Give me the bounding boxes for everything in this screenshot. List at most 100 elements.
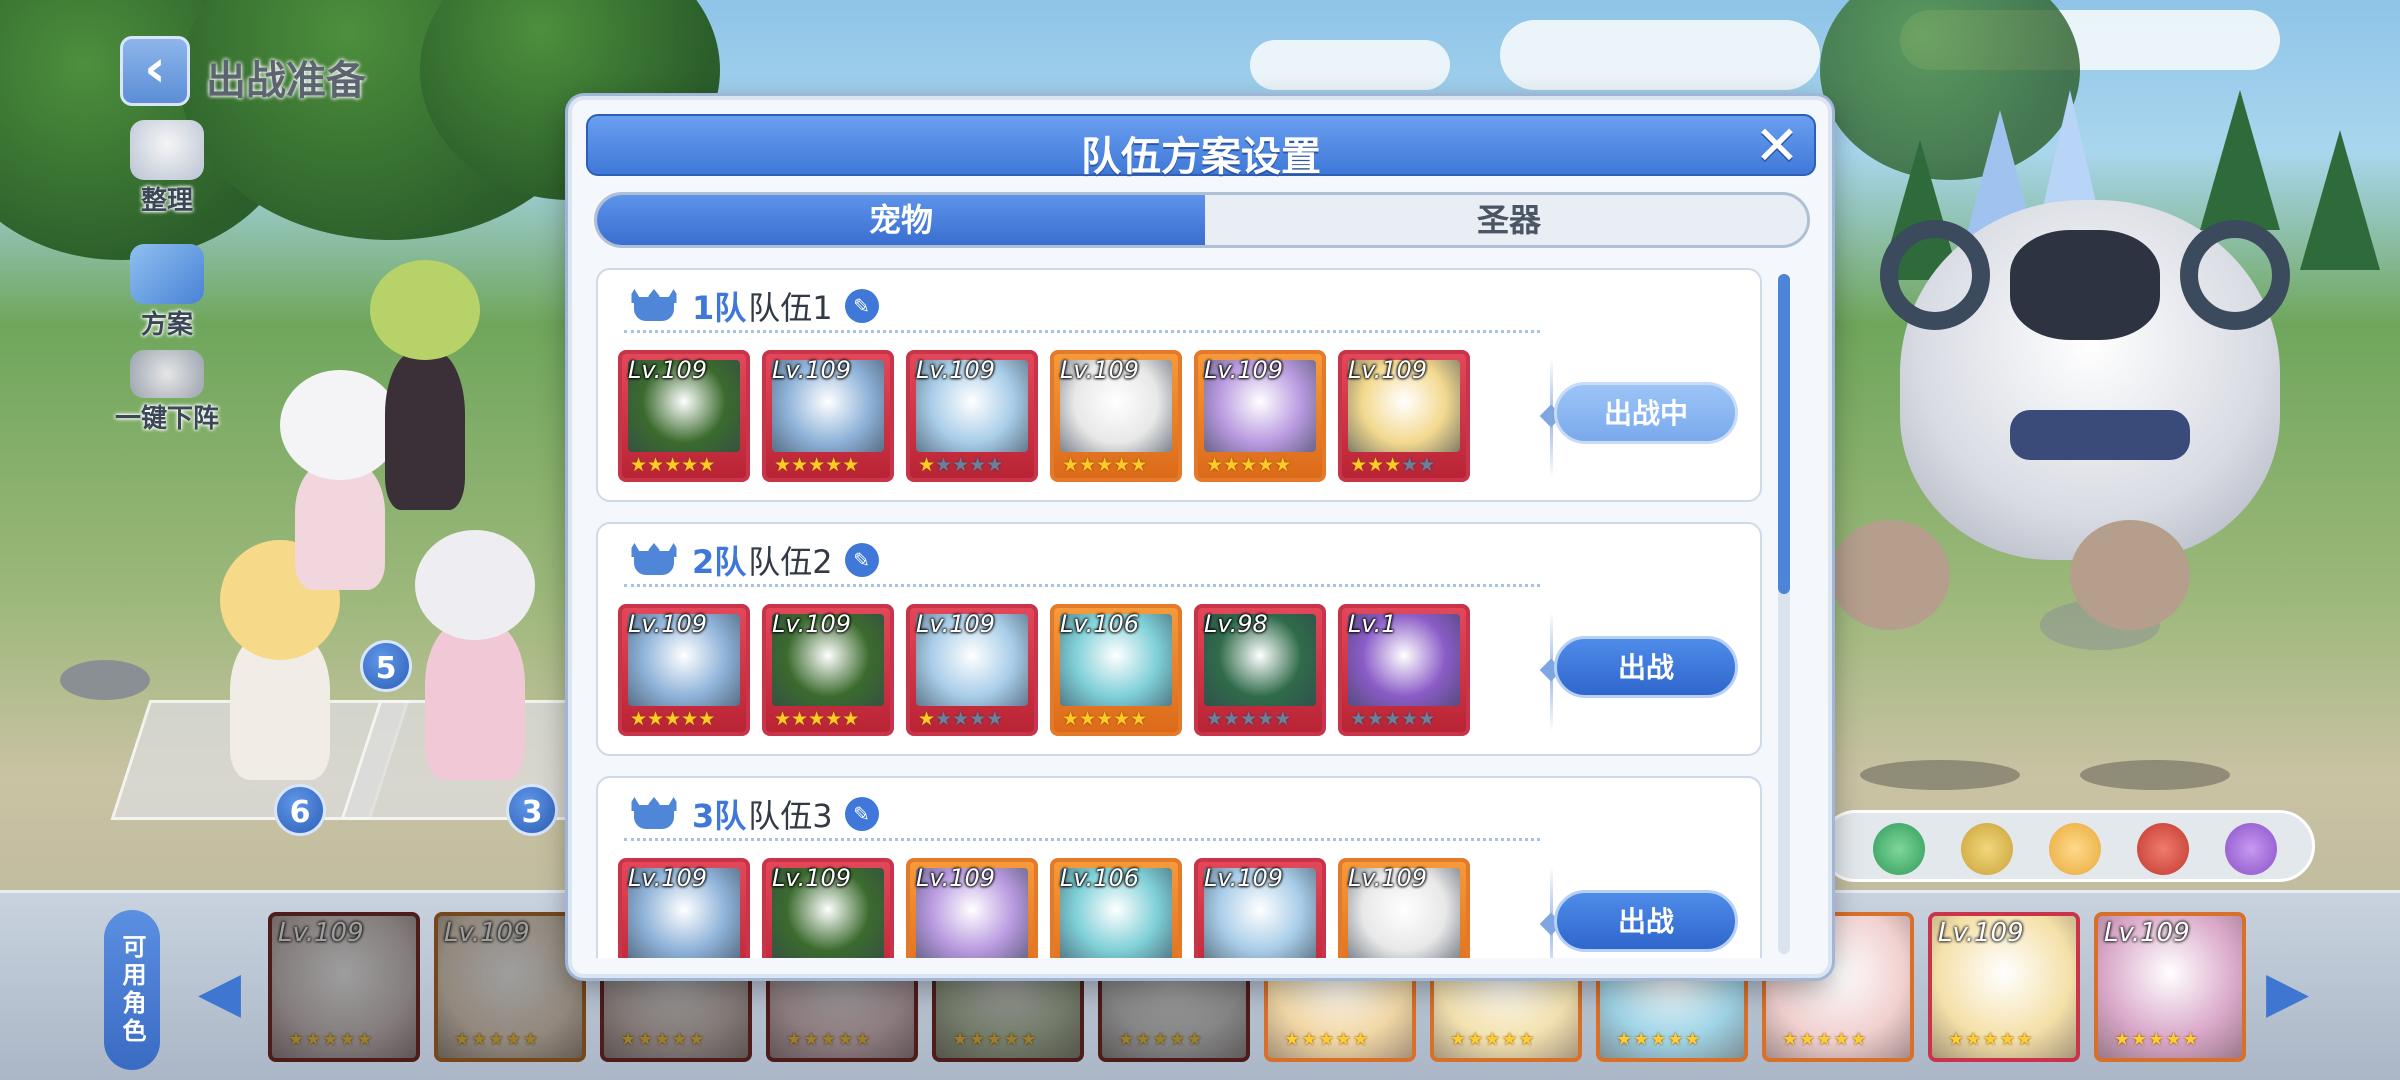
close-icon[interactable]: ✕ [1750, 119, 1804, 174]
star-icon: ★ [698, 454, 716, 476]
character-level: Lv.109 [278, 918, 364, 948]
pet-slot[interactable]: Lv.106★★★★★ [1050, 858, 1182, 958]
dotted-divider [624, 838, 1540, 841]
pet-slot[interactable]: Lv.109★★★★★ [762, 858, 894, 958]
star-icon: ★ [1350, 454, 1368, 476]
star-icon: ★ [698, 708, 716, 730]
deploy-button[interactable]: 出战中 [1554, 382, 1738, 444]
star-icon: ★ [969, 708, 987, 730]
pencil-icon[interactable]: ✎ [844, 289, 879, 323]
star-rating: ★★★★★ [1450, 1029, 1536, 1050]
pet-level: Lv.1 [1348, 610, 1397, 638]
pet-slot[interactable]: Lv.109★★★★★ [618, 350, 750, 482]
back-button[interactable]: ‹ [120, 36, 190, 106]
pet-level: Lv.106 [1060, 610, 1140, 638]
pet-level: Lv.109 [1348, 356, 1428, 384]
roster-character-card[interactable]: Lv.109 ★★★★★ [268, 912, 420, 1062]
fire-element-icon[interactable] [2137, 823, 2189, 875]
slot-number-badge: 6 [274, 784, 326, 836]
star-rating: ★★★★★ [952, 1029, 1038, 1050]
roster-character-card[interactable]: Lv.109 ★★★★★ [1928, 912, 2080, 1062]
roster-next-arrow[interactable]: ▶ [2266, 960, 2309, 1025]
light-element-icon[interactable] [2049, 823, 2101, 875]
plan-button[interactable]: 方案 [102, 244, 232, 341]
star-rating: ★★★★★ [454, 1029, 540, 1050]
pet-level: Lv.109 [916, 864, 996, 892]
star-icon: ★ [1223, 708, 1241, 730]
scrollbar-thumb[interactable] [1778, 274, 1790, 594]
hero-chibi [400, 500, 550, 780]
team-list-scrollbar[interactable] [1778, 274, 1790, 954]
pet-slot[interactable]: Lv.98 ★★★★★ [1194, 604, 1326, 736]
pet-slot[interactable]: Lv.106★★★★★ [1050, 604, 1182, 736]
star-rating: ★★★★★ [1350, 454, 1435, 476]
pet-level: Lv.109 [1348, 864, 1428, 892]
team-number: 2队 [692, 543, 747, 581]
star-rating: ★★★★★ [288, 1029, 374, 1050]
hero-chibi [360, 250, 490, 510]
pencil-icon[interactable]: ✎ [844, 797, 879, 831]
star-rating: ★★★★★ [918, 454, 1003, 476]
remove-all-icon [130, 350, 204, 398]
star-icon: ★ [808, 708, 826, 730]
broom-icon [130, 120, 204, 180]
pet-slot[interactable]: Lv.1 ★★★★★ [1338, 604, 1470, 736]
wind-element-icon[interactable] [1873, 823, 1925, 875]
dotted-divider [624, 330, 1540, 333]
star-icon: ★ [1350, 708, 1368, 730]
team-header: 3队 队伍3 ✎ [626, 794, 879, 835]
pet-slot[interactable]: Lv.109★★★★★ [762, 604, 894, 736]
dialog-header: 队伍方案设置 ✕ [586, 114, 1816, 180]
earth-element-icon[interactable] [1961, 823, 2013, 875]
pet-slot[interactable]: Lv.109★★★★★ [618, 604, 750, 736]
star-icon: ★ [1384, 454, 1402, 476]
star-icon: ★ [986, 708, 1004, 730]
pet-slot[interactable]: Lv.109★★★★★ [1338, 858, 1470, 958]
star-icon: ★ [842, 454, 860, 476]
pet-slot[interactable]: Lv.109★★★★★ [618, 858, 750, 958]
star-icon: ★ [1418, 708, 1436, 730]
star-icon: ★ [1257, 454, 1275, 476]
star-icon: ★ [1274, 708, 1292, 730]
star-icon: ★ [935, 708, 953, 730]
tab-artifacts[interactable]: 圣器 [1205, 195, 1807, 245]
star-icon: ★ [1401, 708, 1419, 730]
organize-button[interactable]: 整理 [102, 120, 232, 217]
team-number: 3队 [692, 797, 747, 835]
star-icon: ★ [1257, 708, 1275, 730]
pet-slot[interactable]: Lv.109★★★★★ [906, 858, 1038, 958]
star-icon: ★ [952, 454, 970, 476]
star-rating: ★★★★★ [918, 708, 1003, 730]
pet-slot[interactable]: Lv.109★★★★★ [1194, 350, 1326, 482]
deploy-button[interactable]: 出战 [1554, 890, 1738, 952]
pet-slot[interactable]: Lv.109★★★★★ [762, 350, 894, 482]
team-crown-icon [626, 289, 682, 323]
remove-all-label: 一键下阵 [114, 404, 219, 434]
pet-slot[interactable]: Lv.109★★★★★ [1194, 858, 1326, 958]
star-rating: ★★★★★ [1206, 454, 1291, 476]
pet-slot[interactable]: Lv.109 ★★★★★ [1338, 350, 1470, 482]
dark-element-icon[interactable] [2225, 823, 2277, 875]
pet-slot[interactable]: Lv.109★★★★★ [1050, 350, 1182, 482]
star-icon: ★ [1079, 708, 1097, 730]
roster-character-card[interactable]: Lv.109 ★★★★★ [434, 912, 586, 1062]
pet-level: Lv.109 [916, 356, 996, 384]
team-crown-icon [626, 797, 682, 831]
roster-character-card[interactable]: Lv.109 ★★★★★ [2094, 912, 2246, 1062]
pencil-icon[interactable]: ✎ [844, 543, 879, 577]
star-icon: ★ [1367, 454, 1385, 476]
star-icon: ★ [1113, 708, 1131, 730]
pet-level: Lv.109 [628, 864, 708, 892]
star-rating: ★★★★★ [774, 454, 859, 476]
remove-all-button[interactable]: 一键下阵 [102, 350, 232, 435]
tab-pets[interactable]: 宠物 [597, 195, 1205, 245]
roster-prev-arrow[interactable]: ◀ [198, 960, 241, 1025]
star-icon: ★ [1367, 708, 1385, 730]
bat-minion [2070, 520, 2190, 630]
star-icon: ★ [918, 708, 936, 730]
deploy-button[interactable]: 出战 [1554, 636, 1738, 698]
star-icon: ★ [1274, 454, 1292, 476]
pet-slot[interactable]: Lv.109 ★★★★★ [906, 350, 1038, 482]
star-rating: ★★★★★ [630, 454, 715, 476]
pet-slot[interactable]: Lv.109★★★★★ [906, 604, 1038, 736]
